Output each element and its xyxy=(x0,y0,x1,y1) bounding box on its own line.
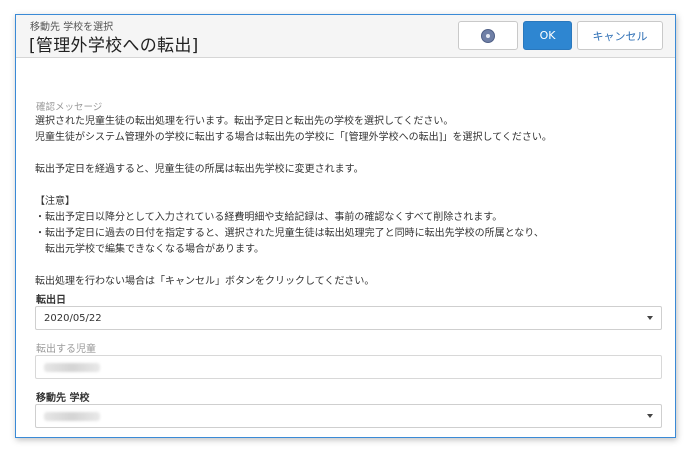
student-value-redacted xyxy=(44,362,100,372)
dialog-title: [管理外学校への転出] xyxy=(29,36,199,56)
student-label: 転出する児童 xyxy=(36,344,96,355)
student-field xyxy=(35,355,662,379)
cancel-button[interactable]: キャンセル xyxy=(577,21,663,50)
message-caption: 確認メッセージ xyxy=(36,102,103,113)
ok-button[interactable]: OK xyxy=(523,21,572,50)
transfer-dialog: 移動先 学校を選択 [管理外学校への転出] OK キャンセル 確認メッセージ 選… xyxy=(15,14,676,438)
chevron-down-icon xyxy=(647,316,653,320)
transfer-date-select[interactable]: 2020/05/22 xyxy=(35,306,662,330)
dialog-header: 移動先 学校を選択 [管理外学校への転出] OK キャンセル xyxy=(16,15,675,58)
chevron-down-icon xyxy=(647,414,653,418)
help-icon xyxy=(481,28,495,43)
destination-school-label: 移動先 学校 xyxy=(36,393,90,404)
message-text: 選択された児童生徒の転出処理を行います。転出予定日と転出先の学校を選択してくださ… xyxy=(35,116,552,287)
destination-school-value-redacted xyxy=(44,411,100,421)
destination-school-select[interactable] xyxy=(35,404,662,428)
help-button[interactable] xyxy=(458,21,518,50)
transfer-date-label: 転出日 xyxy=(36,295,66,306)
transfer-date-value: 2020/05/22 xyxy=(44,312,102,324)
